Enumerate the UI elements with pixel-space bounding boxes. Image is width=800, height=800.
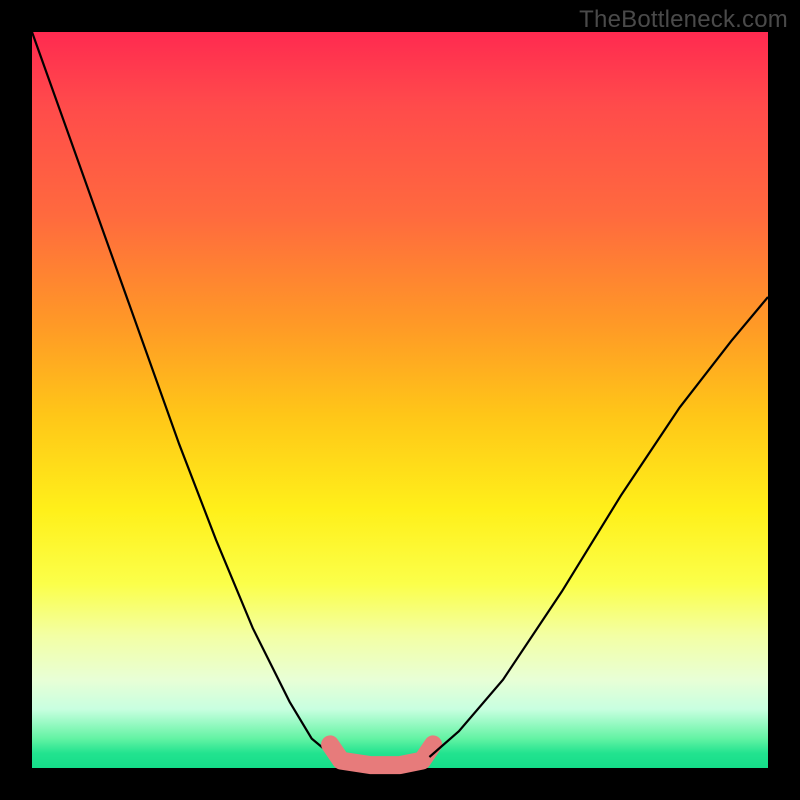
right-curve-path: [429, 297, 768, 757]
pink-bottom-path: [330, 744, 433, 765]
chart-svg: [32, 32, 768, 768]
plot-area: [32, 32, 768, 768]
chart-frame: TheBottleneck.com: [0, 0, 800, 800]
watermark-text: TheBottleneck.com: [579, 6, 788, 34]
left-curve-path: [32, 32, 334, 757]
